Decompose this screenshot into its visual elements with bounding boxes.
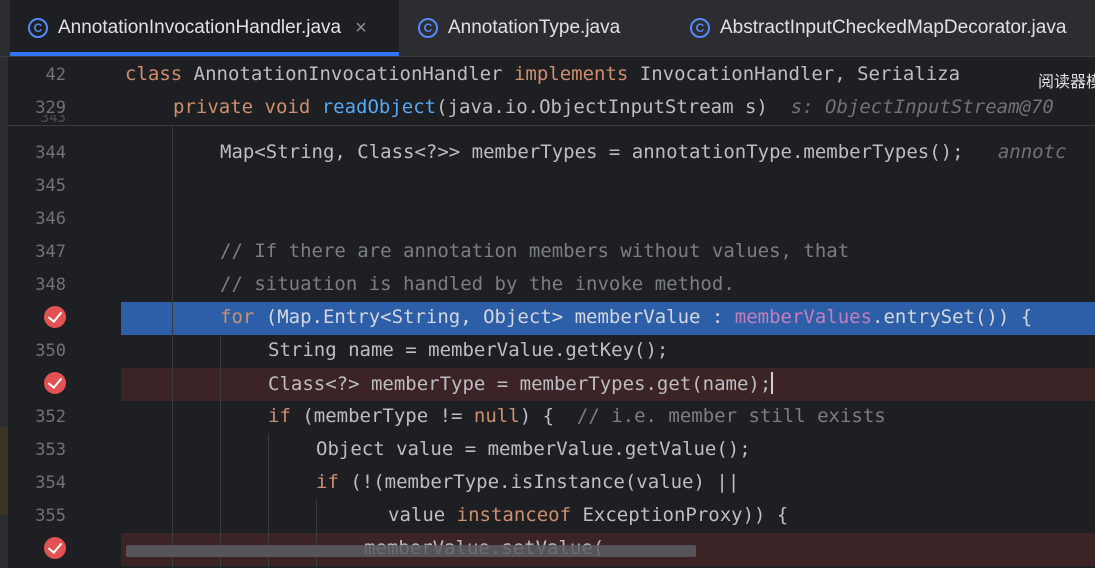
close-icon[interactable]: ×	[355, 17, 367, 40]
breakpoint-icon[interactable]	[44, 306, 66, 328]
breakpoint-icon[interactable]	[44, 537, 66, 559]
tab-annotation-invocation-handler[interactable]: C AnnotationInvocationHandler.java ×	[10, 0, 399, 56]
horizontal-scrollbar[interactable]	[126, 545, 696, 557]
breakpoint-icon[interactable]	[44, 372, 66, 394]
code-line[interactable]: String name = memberValue.getKey();	[268, 339, 668, 361]
line-number: 346	[35, 209, 66, 229]
line-number: 352	[35, 407, 66, 427]
line-number: 353	[35, 440, 66, 460]
tab-label: AbstractInputCheckedMapDecorator.java	[720, 17, 1067, 38]
java-class-icon: C	[690, 18, 710, 38]
indent-guide	[172, 125, 173, 568]
tab-annotation-type[interactable]: C AnnotationType.java	[418, 0, 620, 56]
java-class-icon: C	[418, 18, 438, 38]
tab-abstract-input-checked-map-decorator[interactable]: C AbstractInputCheckedMapDecorator.java	[690, 0, 1066, 56]
code-line[interactable]: Class<?> memberType = memberTypes.get(na…	[268, 372, 774, 395]
code-line[interactable]: if (memberType != null) { // i.e. member…	[268, 405, 886, 427]
line-number: 345	[35, 176, 66, 196]
indent-guide	[316, 500, 317, 568]
line-number: 42	[45, 65, 66, 85]
code-line[interactable]: Object value = memberValue.getValue();	[316, 438, 751, 460]
line-number: 355	[35, 506, 66, 526]
sticky-scope-header[interactable]: 42 class AnnotationInvocationHandler imp…	[8, 57, 1095, 126]
line-number: 344	[35, 143, 66, 163]
indent-guide	[220, 335, 221, 568]
line-number: 348	[35, 275, 66, 295]
class-declaration[interactable]: class AnnotationInvocationHandler implem…	[125, 63, 960, 85]
text-caret	[771, 372, 774, 394]
editor-tab-bar: C AnnotationInvocationHandler.java × C A…	[0, 0, 1095, 56]
code-line[interactable]: value instanceof ExceptionProxy)) {	[388, 504, 788, 526]
tab-label: AnnotationType.java	[448, 17, 621, 38]
java-class-icon: C	[28, 18, 48, 38]
line-number-partial: 343	[40, 115, 66, 125]
method-declaration[interactable]: private void readObject(java.io.ObjectIn…	[173, 96, 1054, 118]
code-comment[interactable]: // If there are annotation members witho…	[220, 240, 849, 262]
reader-mode-label[interactable]: 阅读器模	[1038, 68, 1095, 92]
left-tool-strip	[0, 57, 8, 568]
tab-label: AnnotationInvocationHandler.java	[58, 17, 342, 38]
line-number: 350	[35, 341, 66, 361]
code-line[interactable]: if (!(memberType.isInstance(value) ||	[316, 471, 739, 493]
strip-marker	[0, 427, 8, 515]
code-line[interactable]: Map<String, Class<?>> memberTypes = anno…	[220, 141, 1067, 163]
line-number: 347	[35, 242, 66, 262]
code-comment[interactable]: // situation is handled by the invoke me…	[220, 273, 735, 295]
line-number: 354	[35, 473, 66, 493]
code-line[interactable]: for (Map.Entry<String, Object> memberVal…	[220, 306, 1032, 328]
